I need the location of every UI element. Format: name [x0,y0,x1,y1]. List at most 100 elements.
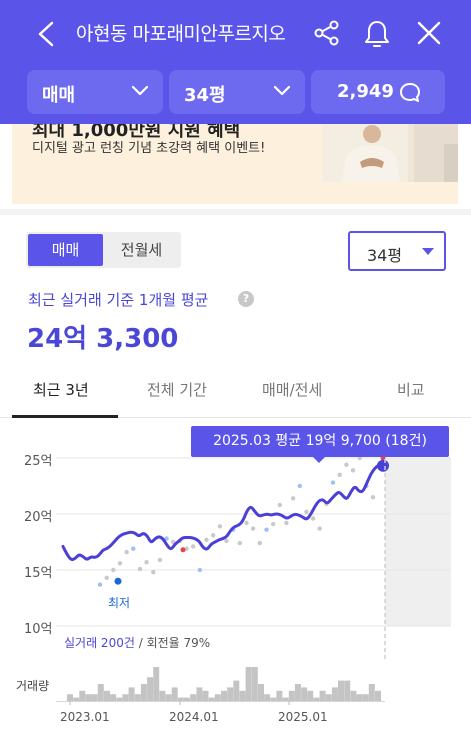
back-arrow-icon[interactable] [34,20,58,48]
section-divider [0,209,471,215]
volume-bar [264,694,271,701]
deal-dot [317,526,322,531]
tab-all-period[interactable]: 전체 기간 [147,379,207,400]
volume-bar [116,697,123,701]
comments-button[interactable]: 2,949 [311,70,445,114]
deal-dot [144,560,149,565]
volume-bar [85,694,92,701]
tab-recent-3y[interactable]: 최근 3년 [33,379,89,400]
volume-bar [276,690,283,701]
volume-bar [288,690,295,701]
volume-bar [134,694,141,701]
deal-dot [370,495,376,500]
price-chart[interactable]: 2025.03 평균 19억 9,700 (18건) 25억 20억 15억 1… [0,420,471,741]
deal-dot [111,567,116,573]
volume-bar [184,697,190,701]
volume-bar [307,690,314,701]
close-icon[interactable] [414,18,444,48]
x-tick-2025: 2025.01 [278,710,328,724]
volume-bar [140,684,147,701]
title-bar: 아현동 마포래미안푸르지오 [0,0,471,66]
trade-type-label: 매매 [42,85,76,106]
price-chart-svg [56,452,451,705]
chat-bubble-icon [400,83,420,102]
deal-dot [157,557,163,563]
deal-dot [104,575,109,580]
toggle-rent[interactable]: 전월세 [104,234,179,266]
deal-dot [250,526,256,531]
volume-bar [301,687,308,701]
chart-tooltip: 2025.03 평균 19억 9,700 (18건) [191,426,449,457]
deal-dot [310,516,316,521]
volume-bar [325,694,332,701]
deal-dot [350,468,356,473]
y-tick-10: 10억 [24,622,53,637]
deal-dot [270,521,276,527]
deal-dot-high [180,547,186,553]
volume-bar [159,690,166,701]
y-tick-25: 25억 [24,454,53,469]
volume-bar [375,690,381,701]
volume-bar [190,694,197,701]
volume-bar [79,690,86,701]
volume-bar [331,687,338,701]
volume-bar [282,697,289,701]
deal-dot [330,480,336,485]
volume-bar [128,687,135,701]
size-label: 34평 [184,85,226,106]
bell-icon[interactable] [362,18,392,48]
y-tick-15: 15억 [24,566,53,581]
promo-banner[interactable]: 최대 1,000만원 지원 혜택 디지털 광고 런칭 기념 초강력 혜택 이벤트… [12,124,458,204]
volume-bar [214,694,221,701]
help-icon[interactable]: ? [238,291,254,307]
volume-bar [319,690,326,701]
deal-dot [124,549,129,555]
deal-dot [204,537,209,542]
volume-bar [368,684,375,701]
volume-bar [104,690,110,701]
y-tick-20: 20억 [24,510,53,525]
current-point-marker [377,459,389,472]
size-select[interactable]: 34평 [348,231,446,271]
deal-dot [304,509,309,514]
volume-bar [270,697,277,701]
trade-toggle: 매매 전월세 [26,232,181,268]
minimum-marker [114,577,122,585]
turnover-rate: / 회전율 79% [138,636,211,650]
deal-dot [277,502,282,508]
volume-bar [67,694,73,701]
deal-dot [211,533,216,538]
volume-bar [177,697,184,701]
volume-bar [245,667,252,701]
comments-count: 2,949 [337,81,394,102]
volume-bar [233,680,240,701]
deal-dot [337,472,342,477]
tab-sale-jeonse[interactable]: 매매/전세 [262,379,322,400]
share-icon[interactable] [312,18,342,48]
toggle-sale[interactable]: 매매 [28,234,103,266]
deal-dot [151,570,156,575]
filter-bar: 매매 34평 2,949 [0,70,471,116]
x-tick-2024: 2024.01 [169,710,219,724]
volume-bar [356,694,363,701]
deal-dot [290,496,296,501]
deal-dot [257,540,262,546]
deal-dot [264,527,269,532]
volume-bar [73,697,80,701]
deal-dot [97,582,103,587]
deal-dot [131,546,136,551]
price-line [61,463,385,561]
volume-bar [122,694,129,701]
tab-compare[interactable]: 비교 [397,379,425,400]
deal-dot [197,567,203,573]
minimum-label: 최저 [108,596,131,610]
size-filter[interactable]: 34평 [169,70,305,114]
tooltip-tail [312,456,326,463]
trade-type-filter[interactable]: 매매 [27,70,163,114]
volume-bar [313,697,320,701]
volume-bar [196,687,203,701]
deal-count[interactable]: 실거래 200건 [64,636,135,650]
deal-dot [344,462,349,467]
deal-dot [284,520,289,526]
dropdown-triangle-icon [422,248,434,255]
